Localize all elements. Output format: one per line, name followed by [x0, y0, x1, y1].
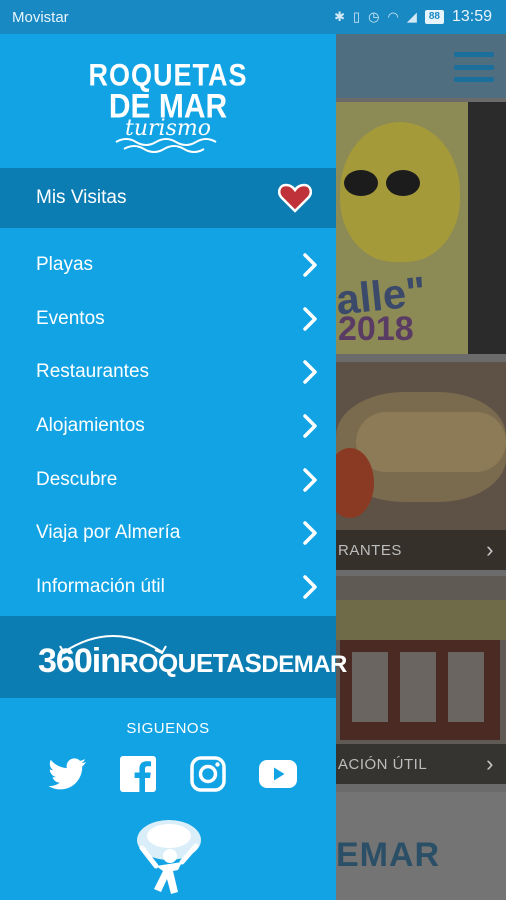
waves-logo-icon — [115, 138, 217, 153]
card-logo-text: EMAR — [336, 836, 441, 874]
chevron-right-icon — [303, 360, 317, 384]
signal-icon: ◢ — [406, 9, 417, 24]
kiosk-awning-image — [336, 600, 506, 640]
status-icons: ✱ ▯ ◷ ◠ ◢ 88 13:59 — [334, 8, 492, 26]
alarm-icon: ◷ — [368, 9, 380, 24]
food-fillet-shape — [356, 412, 506, 472]
logo-line-2: DE MAR — [108, 87, 228, 126]
menu-item-label: Alojamientos — [36, 414, 145, 436]
battery-icon: 88 — [424, 10, 444, 24]
status-bar: Movistar ✱ ▯ ◷ ◠ ◢ 88 13:59 — [0, 0, 506, 34]
menu-item-informacion-util[interactable]: Información útil — [0, 560, 336, 614]
wifi-icon: ◠ — [387, 9, 399, 24]
kiosk-image — [340, 640, 500, 740]
roquetas-card[interactable]: EMAR — [336, 792, 506, 900]
chevron-right-icon — [303, 414, 317, 438]
menu-item-eventos[interactable]: Eventos — [0, 292, 336, 346]
mis-visitas-label: Mis Visitas — [36, 187, 127, 208]
card-label: ACIÓN ÚTIL › — [336, 744, 506, 784]
menu-icon[interactable] — [454, 52, 494, 82]
social-links — [48, 754, 298, 794]
menu-item-label: Viaja por Almería — [36, 522, 181, 544]
banner-text-roquetas: ROQUETAS — [119, 648, 262, 678]
logo-line-1: ROQUETAS — [88, 57, 248, 93]
menu-item-label: Restaurantes — [36, 361, 150, 383]
roquetas-logo: ROQUETAS DE MAR turismo — [0, 57, 336, 140]
menu-item-viaja-por-almeria[interactable]: Viaja por Almería — [0, 506, 336, 560]
chevron-right-icon: › — [486, 751, 494, 776]
chevron-right-icon — [303, 467, 317, 492]
chevron-right-icon: › — [486, 537, 494, 562]
menu-item-alojamientos[interactable]: Alojamientos — [0, 399, 336, 453]
clock: 13:59 — [451, 8, 492, 25]
chevron-right-icon — [303, 575, 317, 599]
youtube-icon[interactable] — [258, 754, 298, 794]
banner-logo-text: 360in ROQUETAS DEMAR — [38, 642, 347, 681]
mascot-logo-icon — [137, 820, 201, 894]
menu-item-label: Información útil — [36, 575, 165, 597]
info-card[interactable]: ACIÓN ÚTIL › — [336, 576, 506, 784]
navigation-drawer: ROQUETAS DE MAR turismo Mis Visitas Play… — [0, 34, 347, 900]
facebook-icon[interactable] — [118, 754, 158, 794]
card-title: RANTES — [338, 541, 402, 559]
bluetooth-icon: ✱ — [334, 9, 345, 24]
menu-item-label: Descubre — [36, 468, 118, 490]
drawer-menu: Playas Eventos Restaurantes Alojamientos… — [0, 238, 336, 614]
menu-item-label: Playas — [36, 253, 94, 275]
instagram-icon[interactable] — [188, 754, 228, 794]
sunglasses-shape — [344, 170, 424, 196]
heart-icon — [278, 183, 312, 213]
promo-image: alle" 2018 — [336, 102, 468, 354]
360in-roquetas-banner[interactable]: 360in ROQUETAS DEMAR — [0, 616, 347, 698]
banner-text-360in: 360in — [38, 642, 121, 680]
card-title: ACIÓN ÚTIL — [338, 755, 428, 773]
promo-year: 2018 — [338, 310, 414, 348]
chevron-right-icon — [303, 521, 317, 546]
menu-item-playas[interactable]: Playas — [0, 238, 336, 292]
chevron-right-icon — [303, 306, 317, 331]
restaurants-card[interactable]: RANTES › — [336, 362, 506, 570]
follow-label: SIGUENOS — [126, 720, 210, 737]
carrier-label: Movistar — [12, 8, 69, 26]
vibrate-icon: ▯ — [352, 9, 361, 24]
chevron-right-icon — [303, 253, 317, 277]
twitter-icon[interactable] — [48, 754, 88, 794]
menu-item-label: Eventos — [36, 307, 105, 329]
menu-item-descubre[interactable]: Descubre — [0, 453, 336, 507]
banner-text-demar: DEMAR — [261, 651, 347, 678]
card-label: RANTES › — [336, 530, 506, 570]
promo-card[interactable]: alle" 2018 — [336, 102, 506, 354]
mis-visitas-item[interactable]: Mis Visitas — [0, 168, 336, 228]
menu-item-restaurantes[interactable]: Restaurantes — [0, 345, 336, 399]
